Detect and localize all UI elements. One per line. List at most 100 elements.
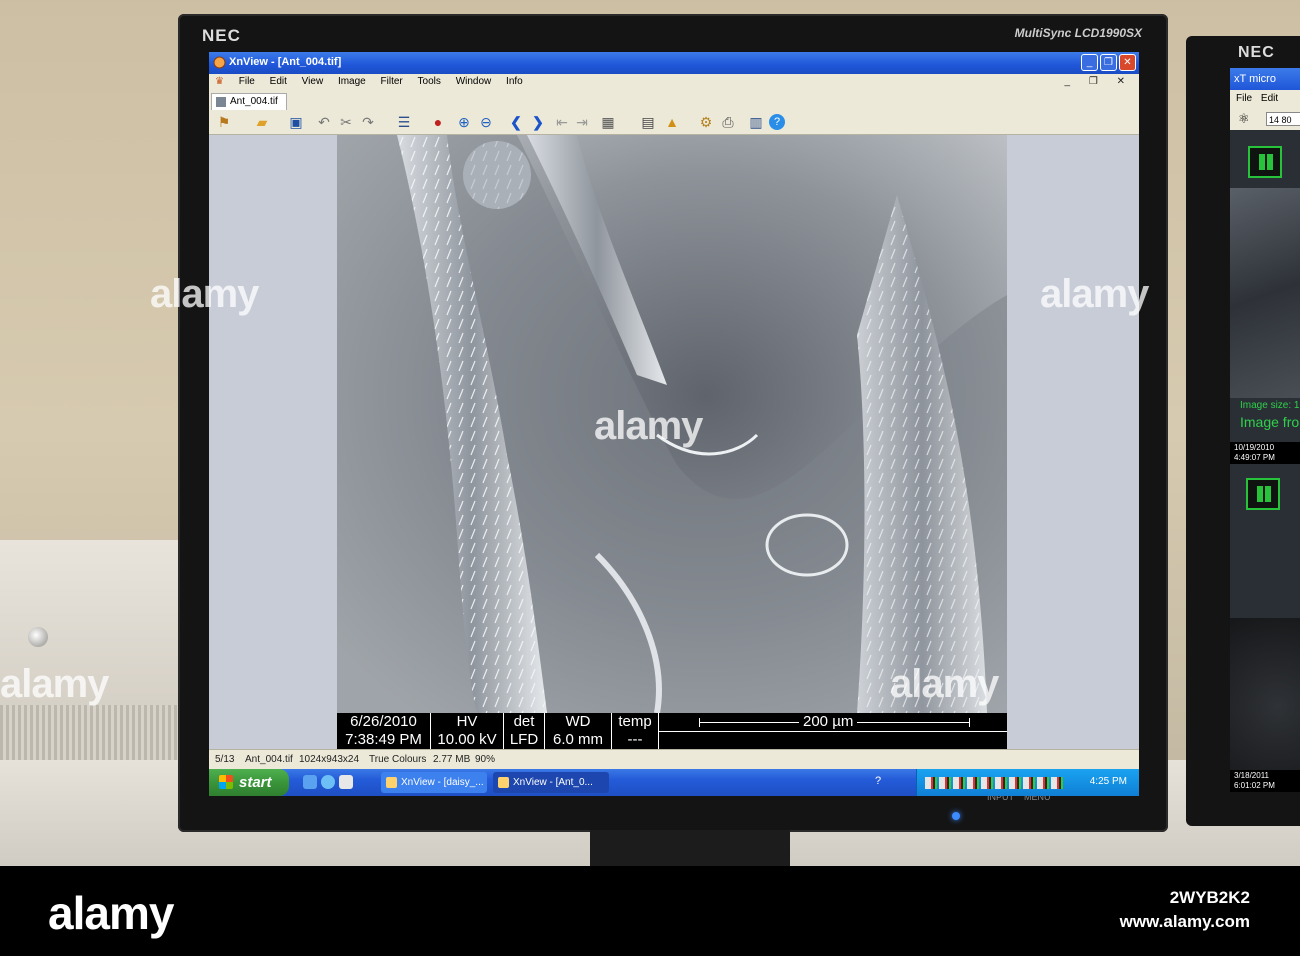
menu-filter[interactable]: Filter (375, 74, 409, 87)
menu-info[interactable]: Info (500, 74, 529, 87)
sem-time: 7:38:49 PM (345, 731, 422, 748)
media-icon[interactable] (321, 775, 335, 789)
zoom-out-icon[interactable]: ⊖ (477, 113, 495, 131)
restore-icon[interactable]: ❐ (1100, 54, 1117, 71)
undo-icon[interactable]: ↶ (315, 113, 333, 131)
sem-hv: HV 10.00 kV (431, 713, 504, 749)
image-from-label: Image fro (1240, 414, 1300, 430)
color-icon[interactable]: ● (429, 113, 447, 131)
footer-logo: alamy (48, 887, 174, 939)
monitor-stand (590, 830, 790, 870)
xt-live-image (1230, 188, 1300, 398)
xnview-app-icon (213, 56, 226, 69)
document-tabbar: Ant_004.tif (209, 92, 1139, 111)
xt-timestamp: 10/19/2010 4:49:07 PM (1230, 442, 1300, 464)
task-xnview-daisy[interactable]: XnView - [daisy_... (381, 772, 487, 793)
status-bar: 5/13 Ant_004.tif 1024x943x24 True Colour… (209, 749, 1139, 770)
close-icon[interactable]: ✕ (1119, 54, 1136, 71)
cut-icon[interactable]: ✂ (337, 113, 355, 131)
tab-ant-004[interactable]: Ant_004.tif (211, 93, 287, 110)
tray-clock[interactable]: 4:25 PM (1090, 776, 1127, 787)
pause-icon[interactable] (1246, 478, 1280, 510)
menu-app-icon[interactable]: ♛ (209, 74, 230, 87)
browser-icon[interactable]: ⚑ (215, 113, 233, 131)
watermark-logo: alamy (890, 662, 999, 706)
status-dimensions: 1024x943x24 (299, 754, 360, 765)
help-icon[interactable]: ? (769, 114, 785, 130)
pause-icon[interactable] (1248, 146, 1282, 178)
open-folder-icon[interactable]: ▰ (253, 113, 271, 131)
sem-hv-value: 10.00 kV (437, 731, 497, 748)
sem-date: 6/26/2010 (350, 713, 417, 730)
xt-value-field[interactable]: 14 80 (1266, 112, 1300, 126)
xt-timestamp-date: 10/19/2010 (1234, 443, 1275, 452)
last-icon[interactable]: ⇥ (573, 113, 591, 131)
task-label: XnView - [Ant_0... (513, 777, 593, 788)
footer-url: www.alamy.com (1119, 912, 1250, 931)
tray-icons[interactable] (925, 777, 1065, 789)
next-icon[interactable]: ❯ (529, 113, 547, 131)
start-label: start (239, 774, 272, 791)
explorer-icon[interactable] (339, 775, 353, 789)
settings-icon[interactable]: ⚙ (697, 113, 715, 131)
status-file-size: 2.77 MB (433, 754, 471, 765)
previous-icon[interactable]: ❮ (507, 113, 525, 131)
xt-timestamp-time: 6:01:02 PM (1234, 781, 1275, 790)
task-label: XnView - [daisy_... (401, 777, 484, 788)
menu-image[interactable]: Image (332, 74, 372, 87)
sem-temp-value: --- (627, 731, 643, 748)
menu-tools[interactable]: Tools (412, 74, 447, 87)
footer-image-id: 2WYB2K2 (1169, 888, 1250, 907)
window-titlebar[interactable]: XnView - [Ant_004.tif] _ ❐ ✕ (209, 52, 1139, 74)
xnview-task-icon (498, 777, 509, 788)
image-file-icon (216, 97, 226, 107)
info-panel-icon[interactable]: ▥ (747, 113, 765, 131)
sem-wd-label: WD (565, 713, 591, 730)
watermark-logo: alamy (150, 272, 259, 316)
image-size-label: Image size: 1 (1240, 400, 1300, 411)
start-button[interactable]: start (209, 769, 289, 796)
menu-view[interactable]: View (296, 74, 330, 87)
status-zoom: 90% (475, 754, 496, 765)
scale-divider (659, 731, 1007, 732)
redo-icon[interactable]: ↷ (359, 113, 377, 131)
print-icon[interactable]: ⎙ (719, 113, 737, 131)
first-icon[interactable]: ⇤ (553, 113, 571, 131)
menu-file[interactable]: File (233, 74, 261, 87)
sem-det-label: det (513, 713, 535, 730)
atom-icon[interactable]: ⚛ (1230, 111, 1250, 126)
menu-edit[interactable]: Edit (264, 74, 293, 87)
scale-tick-left (699, 718, 700, 727)
xt-title: xT micro (1234, 73, 1276, 85)
minimize-icon[interactable]: _ (1081, 54, 1098, 71)
sem-det-value: LFD (509, 731, 539, 748)
menubar: ♛ File Edit View Image Filter Tools Wind… (209, 74, 1139, 92)
task-xnview-ant[interactable]: XnView - [Ant_0... (493, 772, 609, 793)
xt-menu-file[interactable]: File (1230, 93, 1252, 104)
ie-icon[interactable] (303, 775, 317, 789)
monitor-brand: NEC (202, 26, 241, 45)
export-icon[interactable]: ▲ (663, 113, 681, 131)
adjust-icon[interactable]: ☰ (395, 113, 413, 131)
page-icon[interactable]: ▤ (639, 113, 657, 131)
scale-bar-area: 200 µm (659, 713, 1007, 749)
menu-window[interactable]: Window (450, 74, 498, 87)
scale-label: 200 µm (799, 713, 858, 731)
status-color-mode: True Colours (369, 754, 427, 765)
sem-temperature: temp --- (612, 713, 659, 749)
second-monitor-screen: xT micro File Edit ⚛ 14 80 Image size: 1… (1230, 68, 1300, 792)
sem-wd-value: 6.0 mm (552, 731, 603, 748)
xt-timestamp-date: 3/18/2011 (1234, 771, 1269, 780)
sem-working-distance: WD 6.0 mm (545, 713, 612, 749)
stock-footer (0, 866, 1300, 956)
windows-logo-icon (219, 775, 233, 789)
scale-tick-right (969, 718, 970, 727)
save-icon[interactable]: ▣ (287, 113, 305, 131)
background-knob (28, 627, 48, 647)
zoom-in-icon[interactable]: ⊕ (455, 113, 473, 131)
mdi-window-controls[interactable]: _ ❐ ✕ (1065, 76, 1133, 87)
xt-timestamp: 3/18/2011 6:01:02 PM (1230, 770, 1300, 792)
xt-menu-edit[interactable]: Edit (1255, 93, 1278, 104)
thumbnails-icon[interactable]: ▦ (599, 113, 617, 131)
help-tray-icon[interactable]: ? (875, 775, 881, 787)
